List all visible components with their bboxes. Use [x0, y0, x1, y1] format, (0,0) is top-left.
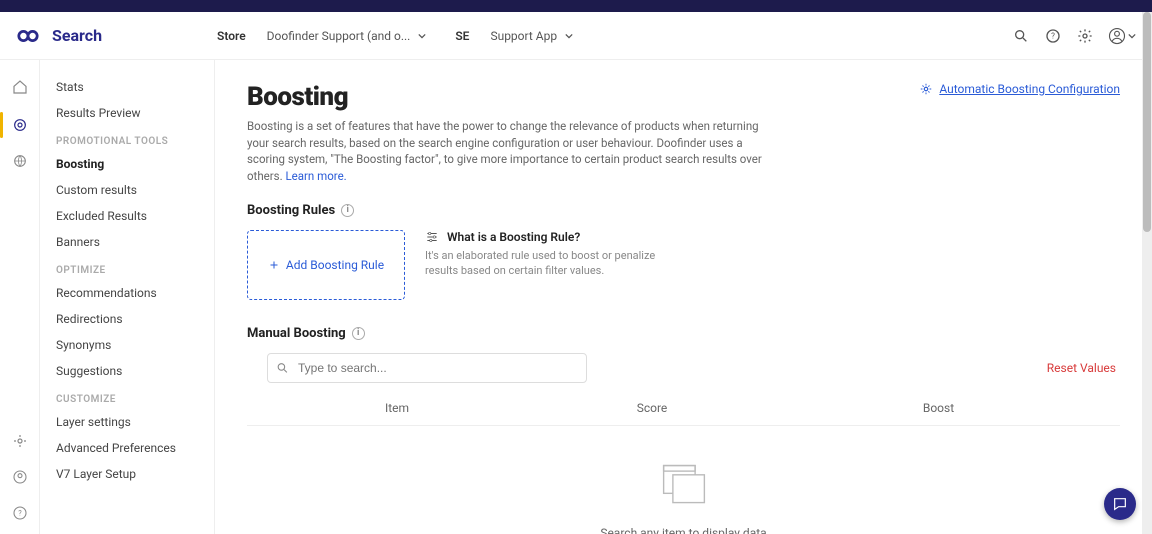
sidebar-item-stats[interactable]: Stats — [40, 74, 214, 100]
svg-text:?: ? — [18, 509, 22, 518]
manual-boosting-heading: Manual Boosting i — [247, 326, 1120, 341]
target-icon[interactable] — [11, 116, 29, 134]
sidebar-item-layer-settings[interactable]: Layer settings — [40, 409, 214, 435]
add-boosting-rule-button[interactable]: Add Boosting Rule — [247, 230, 405, 300]
sidebar: Stats Results Preview PROMOTIONAL TOOLS … — [40, 60, 215, 534]
manual-boost-search — [267, 353, 587, 383]
header-actions: ? — [1012, 27, 1136, 45]
empty-state-text: Search any item to display data — [247, 526, 1120, 534]
sidebar-section-promotional: PROMOTIONAL TOOLS — [40, 126, 214, 151]
se-value: Support App — [490, 29, 557, 43]
scrollbar-thumb[interactable] — [1143, 12, 1151, 232]
logo — [8, 25, 48, 47]
sliders-icon — [425, 230, 439, 244]
info-icon[interactable]: i — [341, 204, 354, 217]
sidebar-item-v7-layer-setup[interactable]: V7 Layer Setup — [40, 461, 214, 487]
empty-state-icon — [656, 460, 712, 510]
chevron-down-icon — [410, 29, 426, 43]
help-icon[interactable]: ? — [11, 504, 29, 522]
store-dropdown[interactable]: Doofinder Support (and o... — [258, 24, 436, 48]
page-description: Boosting is a set of features that have … — [247, 118, 767, 185]
learn-more-link[interactable]: Learn more. — [285, 169, 346, 183]
store-label: Store — [217, 29, 246, 43]
reset-values-link[interactable]: Reset Values — [1047, 361, 1116, 375]
col-item: Item — [247, 401, 547, 415]
info-icon[interactable]: i — [352, 327, 365, 340]
sidebar-item-suggestions[interactable]: Suggestions — [40, 358, 214, 384]
sidebar-section-customize: CUSTOMIZE — [40, 384, 214, 409]
gear-icon[interactable] — [11, 432, 29, 450]
col-score: Score — [547, 401, 757, 415]
home-icon[interactable] — [11, 78, 29, 96]
sidebar-item-synonyms[interactable]: Synonyms — [40, 332, 214, 358]
boosting-rule-explainer: What is a Boosting Rule? It's an elabora… — [425, 230, 685, 300]
logo-icon — [17, 25, 39, 47]
se-dropdown[interactable]: Support App — [481, 24, 582, 48]
gear-icon — [919, 82, 933, 96]
plus-icon — [268, 259, 280, 271]
app-title: Search — [52, 26, 217, 45]
user-icon — [1108, 27, 1126, 45]
search-icon — [276, 361, 289, 374]
sidebar-item-boosting[interactable]: Boosting — [40, 151, 214, 177]
account-menu[interactable] — [1108, 27, 1136, 45]
sidebar-item-excluded-results[interactable]: Excluded Results — [40, 203, 214, 229]
manual-boost-table-header: Item Score Boost — [247, 387, 1120, 426]
page-title: Boosting — [247, 82, 767, 112]
icon-rail: ? — [0, 60, 40, 534]
sidebar-item-advanced-preferences[interactable]: Advanced Preferences — [40, 435, 214, 461]
svg-text:?: ? — [1051, 31, 1055, 40]
chevron-down-icon — [557, 29, 573, 43]
sidebar-item-custom-results[interactable]: Custom results — [40, 177, 214, 203]
chevron-down-icon — [1128, 32, 1136, 40]
sidebar-item-banners[interactable]: Banners — [40, 229, 214, 255]
vertical-scrollbar[interactable] — [1142, 12, 1152, 534]
search-input[interactable] — [267, 353, 587, 383]
browser-chrome-bar — [0, 0, 1152, 12]
sidebar-item-recommendations[interactable]: Recommendations — [40, 280, 214, 306]
sidebar-item-redirections[interactable]: Redirections — [40, 306, 214, 332]
boosting-rules-label: Boosting Rules — [247, 203, 335, 218]
globe-icon[interactable] — [11, 152, 29, 170]
manual-boosting-label: Manual Boosting — [247, 326, 346, 341]
chat-fab[interactable] — [1104, 488, 1136, 520]
boosting-rules-heading: Boosting Rules i — [247, 203, 1120, 218]
automatic-boosting-link[interactable]: Automatic Boosting Configuration — [919, 82, 1120, 96]
rule-answer: It's an elaborated rule used to boost or… — [425, 248, 685, 279]
help-icon[interactable]: ? — [1044, 27, 1062, 45]
automatic-boosting-label: Automatic Boosting Configuration — [939, 82, 1120, 96]
store-value: Doofinder Support (and o... — [267, 29, 411, 43]
chat-icon — [1112, 496, 1128, 512]
sidebar-section-optimize: OPTIMIZE — [40, 255, 214, 280]
add-rule-label: Add Boosting Rule — [286, 258, 384, 272]
empty-state: Search any item to display data — [247, 426, 1120, 534]
gear-icon[interactable] — [1076, 27, 1094, 45]
user-circle-icon[interactable] — [11, 468, 29, 486]
sidebar-item-results-preview[interactable]: Results Preview — [40, 100, 214, 126]
rule-question: What is a Boosting Rule? — [447, 230, 580, 244]
app-header: Search Store Doofinder Support (and o...… — [0, 12, 1152, 60]
se-label: SE — [455, 29, 469, 43]
search-icon[interactable] — [1012, 27, 1030, 45]
main-content: Boosting Boosting is a set of features t… — [215, 60, 1152, 534]
col-boost: Boost — [757, 401, 1120, 415]
